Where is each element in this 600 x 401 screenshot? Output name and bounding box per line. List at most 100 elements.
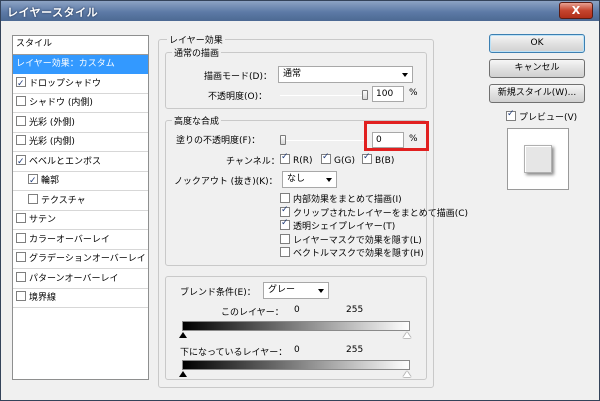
underlying-layer-label: 下になっているレイヤー：	[180, 348, 288, 358]
sidebar-item-label: 輪郭	[41, 176, 60, 186]
checkbox-icon[interactable]	[16, 252, 26, 262]
channel-b-label: B(B)	[375, 156, 395, 166]
ok-button[interactable]: OK	[489, 34, 585, 53]
checkbox-icon	[280, 218, 290, 230]
close-button[interactable]: X	[559, 2, 593, 19]
fill-opacity-slider[interactable]	[280, 140, 366, 141]
this-layer-label: このレイヤー：	[221, 308, 284, 318]
style-preview	[507, 128, 569, 190]
opacity-label: 不透明度(O)：	[208, 92, 268, 102]
checkbox-icon	[280, 205, 290, 217]
sidebar-item-label: シャドウ (内側)	[29, 98, 93, 108]
advanced-option-label: 内部効果をまとめて描画(I)	[293, 195, 402, 205]
channel-g-label: G(G)	[334, 156, 355, 166]
opacity-slider-thumb[interactable]	[362, 90, 368, 100]
knockout-dropdown[interactable]: なし	[282, 171, 337, 188]
underlying-black-slider[interactable]	[179, 371, 187, 377]
title-bar[interactable]: レイヤースタイル X	[1, 1, 599, 21]
advanced-option-label: ベクトルマスクで効果を隠す(H)	[293, 249, 424, 259]
advanced-option-checkbox[interactable]: クリップされたレイヤーをまとめて描画(C)	[280, 205, 468, 219]
underlying-white-slider[interactable]	[403, 371, 411, 377]
this-layer-max-value: 255	[346, 305, 364, 315]
this-layer-gradient	[182, 321, 410, 331]
blend-mode-label: 描画モード(D)：	[204, 72, 272, 82]
preview-label: プレビュー(V)	[519, 113, 578, 123]
new-style-button[interactable]: 新規スタイル(W)...	[489, 84, 585, 103]
checkbox-icon[interactable]	[16, 135, 26, 145]
sidebar-item[interactable]: カラーオーバーレイ	[13, 231, 148, 250]
sidebar-item-label: レイヤー効果：カスタム	[16, 59, 115, 69]
checkbox-icon[interactable]	[16, 153, 26, 172]
highlight-box	[364, 121, 429, 151]
checkbox-icon	[280, 152, 290, 164]
checkbox-icon	[321, 152, 331, 164]
cancel-button[interactable]: キャンセル	[489, 59, 585, 78]
checkbox-icon[interactable]	[16, 96, 26, 106]
blend-if-value: グレー	[268, 285, 296, 295]
checkbox-icon[interactable]	[16, 213, 26, 223]
general-blending-group: 通常の描画 描画モード(D)： 通常 不透明度(O)： 100 %	[165, 46, 427, 109]
layer-effects-group: レイヤー効果 通常の描画 描画モード(D)： 通常 不透明度(O)： 100 %…	[158, 33, 468, 388]
checkbox-icon[interactable]	[16, 232, 26, 243]
channel-r-checkbox[interactable]: R(R)	[280, 152, 313, 166]
chevron-down-icon	[326, 178, 332, 182]
sidebar-item[interactable]: シャドウ (内側)	[13, 94, 148, 113]
sidebar-item-label: ドロップシャドウ	[29, 78, 102, 89]
underlying-min-value: 0	[294, 345, 300, 355]
advanced-blending-title: 高度な合成	[172, 114, 222, 127]
sidebar-item[interactable]: グラデーションオーバーレイ	[13, 250, 148, 269]
checkbox-icon	[280, 233, 290, 244]
sidebar-item[interactable]: 光彩 (内側)	[13, 133, 148, 152]
sidebar-item-label: サテン	[29, 215, 57, 225]
fill-opacity-label: 塗りの不透明度(F)：	[176, 136, 261, 146]
checkbox-icon[interactable]	[28, 193, 38, 204]
opacity-input[interactable]: 100	[372, 86, 404, 102]
advanced-option-label: レイヤーマスクで効果を隠す(L)	[293, 235, 422, 246]
channel-r-label: R(R)	[293, 156, 313, 166]
sidebar-item[interactable]: ドロップシャドウ	[13, 75, 148, 94]
preview-checkbox[interactable]: プレビュー(V)	[506, 109, 578, 123]
advanced-option-label: 透明シェイプレイヤー(T)	[293, 222, 396, 232]
advanced-option-checkbox[interactable]: 透明シェイプレイヤー(T)	[280, 218, 396, 232]
sidebar-item-label: カラーオーバーレイ	[29, 234, 110, 245]
sidebar-item[interactable]: 輪郭	[13, 172, 148, 191]
opacity-unit: %	[409, 88, 418, 98]
knockout-value: なし	[287, 174, 306, 184]
window-title: レイヤースタイル	[7, 6, 99, 19]
sidebar-item[interactable]: ベベルとエンボス	[13, 153, 148, 172]
layer-effects-title: レイヤー効果	[167, 33, 225, 46]
checkbox-icon[interactable]	[16, 271, 26, 282]
sidebar-item[interactable]: テクスチャ	[13, 192, 148, 211]
advanced-option-checkbox[interactable]: 内部効果をまとめて描画(I)	[280, 192, 402, 205]
preview-swatch	[524, 145, 552, 173]
sidebar-item-label: 境界線	[29, 293, 57, 303]
blend-if-dropdown[interactable]: グレー	[263, 282, 329, 299]
blend-if-group: ブレンド条件(E)： グレー このレイヤー： 0 255 下になっているレイヤー…	[165, 276, 427, 380]
general-blending-title: 通常の描画	[172, 46, 222, 59]
underlying-max-value: 255	[346, 345, 364, 355]
advanced-option-checkbox[interactable]: レイヤーマスクで効果を隠す(L)	[280, 233, 422, 246]
checkbox-icon	[362, 152, 372, 164]
this-layer-white-slider[interactable]	[403, 332, 411, 338]
blend-mode-value: 通常	[283, 69, 302, 79]
sidebar-item[interactable]: レイヤー効果：カスタム	[13, 55, 148, 74]
advanced-option-checkbox[interactable]: ベクトルマスクで効果を隠す(H)	[280, 246, 424, 259]
sidebar-item[interactable]: 光彩 (外側)	[13, 114, 148, 133]
checkbox-icon[interactable]	[16, 115, 26, 126]
blend-mode-dropdown[interactable]: 通常	[278, 66, 413, 83]
opacity-slider[interactable]	[280, 95, 366, 96]
this-layer-black-slider[interactable]	[179, 332, 187, 338]
sidebar-item[interactable]: パターンオーバーレイ	[13, 270, 148, 289]
fill-opacity-slider-thumb[interactable]	[280, 135, 286, 145]
sidebar-item[interactable]: サテン	[13, 211, 148, 230]
sidebar-item[interactable]: 境界線	[13, 289, 148, 308]
checkbox-icon	[506, 109, 516, 121]
checkbox-icon[interactable]	[28, 172, 38, 191]
sidebar-item-label: テクスチャ	[41, 195, 86, 206]
checkbox-icon[interactable]	[16, 75, 26, 94]
blend-if-label: ブレンド条件(E)：	[180, 288, 256, 298]
channels-label: チャンネル：	[226, 157, 280, 167]
channel-b-checkbox[interactable]: B(B)	[362, 152, 395, 166]
checkbox-icon[interactable]	[16, 291, 26, 301]
channel-g-checkbox[interactable]: G(G)	[321, 152, 355, 166]
